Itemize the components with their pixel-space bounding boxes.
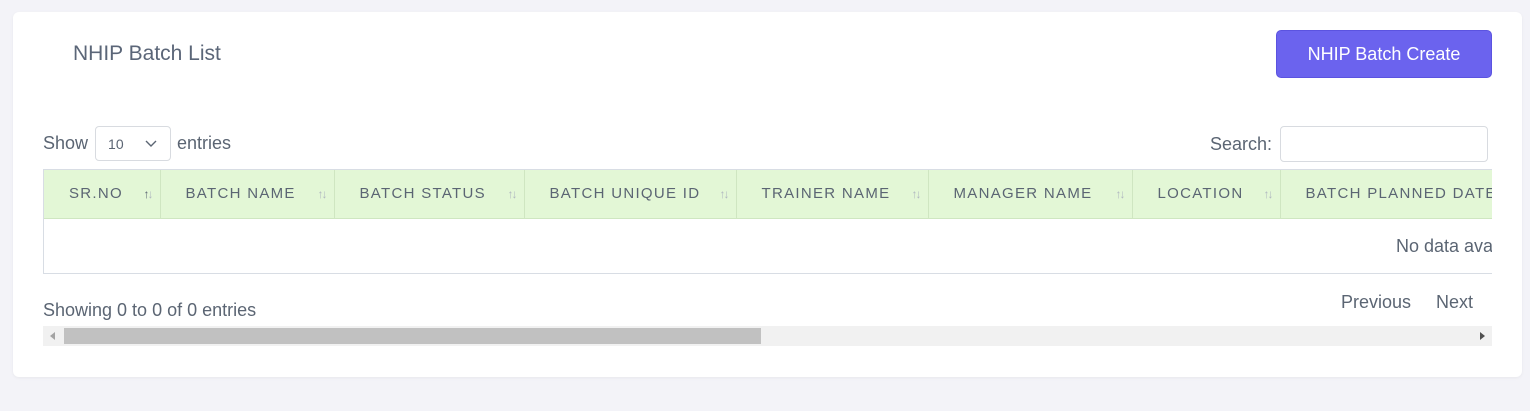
- column-header-batch-planned-date[interactable]: BATCH PLANNED DATE ↑↓: [1280, 170, 1492, 219]
- scroll-left-arrow-icon[interactable]: [43, 326, 63, 346]
- sort-icon: ↑↓: [143, 187, 154, 201]
- batch-list-card: NHIP Batch List NHIP Batch Create Show 1…: [13, 12, 1522, 377]
- search-control: Search:: [1210, 126, 1489, 162]
- table-header-row: SR.NO ↑↓ BATCH NAME ↑↓ BATCH STATUS ↑↓ B…: [44, 170, 1492, 219]
- sort-icon: ↑↓: [719, 187, 730, 201]
- table-row-empty: No data available in table: [44, 218, 1492, 272]
- pagination: Previous Next: [1341, 292, 1473, 313]
- entries-per-page-value: 10: [108, 135, 124, 152]
- horizontal-scrollbar[interactable]: [43, 326, 1492, 346]
- column-header-manager-name[interactable]: MANAGER NAME ↑↓: [928, 170, 1133, 219]
- entries-label: entries: [177, 133, 232, 153]
- batch-table: SR.NO ↑↓ BATCH NAME ↑↓ BATCH STATUS ↑↓ B…: [44, 170, 1492, 272]
- page-title: NHIP Batch List: [73, 42, 221, 65]
- sort-icon: ↑↓: [507, 187, 518, 201]
- batch-table-container: SR.NO ↑↓ BATCH NAME ↑↓ BATCH STATUS ↑↓ B…: [43, 169, 1492, 274]
- sort-icon: ↑↓: [1263, 187, 1274, 201]
- previous-page-button[interactable]: Previous: [1341, 292, 1411, 313]
- entries-length-control: Show 10 entries: [43, 126, 231, 161]
- search-input[interactable]: [1280, 126, 1489, 162]
- column-header-location[interactable]: LOCATION ↑↓: [1132, 170, 1281, 219]
- scrollbar-thumb[interactable]: [64, 328, 761, 344]
- column-header-batch-name[interactable]: BATCH NAME ↑↓: [160, 170, 335, 219]
- show-label: Show: [43, 133, 89, 153]
- column-header-batch-status[interactable]: BATCH STATUS ↑↓: [334, 170, 525, 219]
- search-label: Search:: [1210, 133, 1273, 154]
- sort-icon: ↑↓: [911, 187, 922, 201]
- table-info: Showing 0 to 0 of 0 entries: [43, 300, 257, 320]
- column-header-sr-no[interactable]: SR.NO ↑↓: [44, 170, 161, 219]
- sort-icon: ↑↓: [317, 187, 328, 201]
- empty-table-cell: No data available in table: [44, 218, 1492, 272]
- scroll-right-arrow-icon[interactable]: [1472, 326, 1492, 346]
- next-page-button[interactable]: Next: [1436, 292, 1473, 313]
- sort-icon: ↑↓: [1115, 187, 1126, 201]
- entries-per-page-select[interactable]: 10: [95, 126, 172, 161]
- empty-table-message: No data available in table: [1396, 235, 1492, 256]
- batch-create-button[interactable]: NHIP Batch Create: [1276, 30, 1492, 78]
- column-header-trainer-name[interactable]: TRAINER NAME ↑↓: [736, 170, 929, 219]
- column-header-batch-unique-id[interactable]: BATCH UNIQUE ID ↑↓: [524, 170, 737, 219]
- chevron-down-icon: [145, 140, 157, 147]
